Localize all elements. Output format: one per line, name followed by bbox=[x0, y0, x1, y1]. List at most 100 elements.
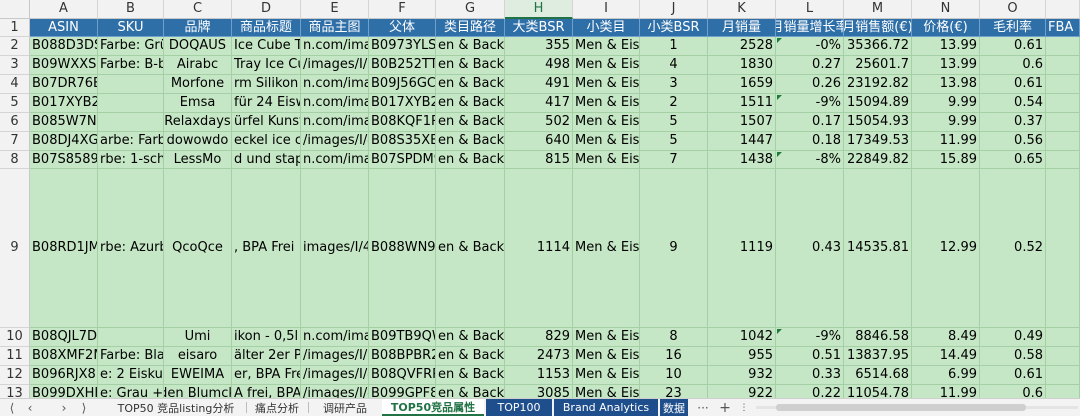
table-cell[interactable]: en & Backe bbox=[436, 385, 505, 398]
table-cell[interactable]: 640 bbox=[505, 132, 573, 151]
table-cell[interactable]: e: Grau + C bbox=[98, 385, 164, 398]
header-cell[interactable]: 月销量 bbox=[708, 19, 776, 37]
column-header-o[interactable]: O bbox=[980, 0, 1046, 19]
horizontal-scrollbar[interactable] bbox=[756, 402, 1078, 413]
tab-data[interactable]: 数据 bbox=[660, 399, 688, 416]
table-cell[interactable] bbox=[1046, 132, 1080, 151]
column-header-b[interactable]: B bbox=[98, 0, 164, 19]
table-cell[interactable] bbox=[1046, 328, 1080, 347]
table-cell[interactable]: 7 bbox=[640, 151, 708, 169]
table-cell[interactable]: en & Backe bbox=[436, 328, 505, 347]
table-cell[interactable]: 0.27 bbox=[776, 56, 844, 75]
table-cell[interactable]: B099DXHFQ bbox=[30, 385, 98, 398]
table-cell[interactable]: dowowdo bbox=[164, 132, 232, 151]
table-cell[interactable]: -8% bbox=[776, 151, 844, 169]
table-cell[interactable]: B09J56GCF2 bbox=[369, 75, 436, 94]
tab-top100[interactable]: TOP100 bbox=[486, 399, 552, 416]
table-cell[interactable]: Relaxdays bbox=[164, 113, 232, 132]
select-all-corner[interactable] bbox=[0, 0, 30, 19]
table-cell[interactable]: EWEIMA bbox=[164, 366, 232, 385]
table-cell[interactable]: en & Backe bbox=[436, 151, 505, 169]
header-cell[interactable]: 商品主图 bbox=[301, 19, 369, 37]
table-cell[interactable]: B09WXXS2F bbox=[30, 56, 98, 75]
row-header-1[interactable]: 1 bbox=[0, 19, 30, 37]
table-cell[interactable]: Men & Eisw bbox=[573, 56, 640, 75]
table-cell[interactable]: 1659 bbox=[708, 75, 776, 94]
table-cell[interactable]: Farbe: Grün bbox=[98, 37, 164, 56]
table-cell[interactable]: B08RD1JMW bbox=[30, 169, 98, 328]
table-cell[interactable]: ikon - 0,5l bbox=[232, 328, 301, 347]
table-cell[interactable] bbox=[1046, 385, 1080, 398]
table-cell[interactable]: 3 bbox=[640, 75, 708, 94]
table-cell[interactable]: en & Backe bbox=[436, 113, 505, 132]
scrollbar-thumb[interactable] bbox=[776, 404, 1026, 411]
table-cell[interactable]: 17349.53 bbox=[844, 132, 912, 151]
table-cell[interactable]: Men & Eisw bbox=[573, 113, 640, 132]
table-cell[interactable] bbox=[1046, 169, 1080, 328]
table-cell[interactable]: 0.65 bbox=[980, 151, 1046, 169]
row-header-5[interactable]: 5 bbox=[0, 94, 30, 113]
table-cell[interactable]: 8 bbox=[640, 328, 708, 347]
table-cell[interactable]: Men & Eisw bbox=[573, 366, 640, 385]
table-cell[interactable]: B085W7N3T bbox=[30, 113, 98, 132]
table-cell[interactable]: 0.61 bbox=[980, 37, 1046, 56]
tab-brand-analytics[interactable]: Brand Analytics bbox=[554, 399, 658, 416]
header-cell[interactable]: 大类BSR bbox=[505, 19, 573, 37]
table-cell[interactable]: 1114 bbox=[505, 169, 573, 328]
table-cell[interactable]: 0.37 bbox=[980, 113, 1046, 132]
table-cell[interactable]: DOQAUS bbox=[164, 37, 232, 56]
table-cell[interactable]: Umi bbox=[164, 328, 232, 347]
table-cell[interactable]: Morfone bbox=[164, 75, 232, 94]
table-cell[interactable]: B08QVFRRM bbox=[369, 366, 436, 385]
header-cell[interactable]: 父体 bbox=[369, 19, 436, 37]
tab-research-products[interactable]: 调研产品 bbox=[310, 399, 380, 416]
table-cell[interactable]: en & Backe bbox=[436, 94, 505, 113]
add-sheet-icon[interactable]: + bbox=[716, 400, 734, 416]
table-cell[interactable]: 11054.78 bbox=[844, 385, 912, 398]
table-cell[interactable]: B0973YLS3Q bbox=[369, 37, 436, 56]
column-header-f[interactable]: F bbox=[369, 0, 436, 19]
table-cell[interactable]: 1042 bbox=[708, 328, 776, 347]
header-cell[interactable]: 价格(€) bbox=[912, 19, 980, 37]
table-cell[interactable]: 2 bbox=[640, 94, 708, 113]
table-cell[interactable]: 8.49 bbox=[912, 328, 980, 347]
table-cell[interactable]: 0.33 bbox=[776, 366, 844, 385]
table-cell[interactable] bbox=[1046, 56, 1080, 75]
table-cell[interactable]: Men & Eisw bbox=[573, 37, 640, 56]
column-header-k[interactable]: K bbox=[708, 0, 776, 19]
header-cell[interactable]: 月销售额(€) bbox=[844, 19, 912, 37]
table-cell[interactable]: 1153 bbox=[505, 366, 573, 385]
table-cell[interactable]: 829 bbox=[505, 328, 573, 347]
table-cell[interactable] bbox=[1046, 347, 1080, 366]
table-cell[interactable]: B096RJX8M bbox=[30, 366, 98, 385]
table-cell[interactable]: 1830 bbox=[708, 56, 776, 75]
table-cell[interactable]: 25601.7 bbox=[844, 56, 912, 75]
table-cell[interactable]: 9.99 bbox=[912, 94, 980, 113]
table-cell[interactable]: 2528 bbox=[708, 37, 776, 56]
table-cell[interactable]: B08DJ4XGD bbox=[30, 132, 98, 151]
row-header-12[interactable]: 12 bbox=[0, 366, 30, 385]
table-cell[interactable]: Men & Eisw bbox=[573, 151, 640, 169]
table-cell[interactable]: B099GPF8H bbox=[369, 385, 436, 398]
row-header-2[interactable]: 2 bbox=[0, 37, 30, 56]
table-cell[interactable]: 1511 bbox=[708, 94, 776, 113]
table-cell[interactable]: /images/I/4 bbox=[301, 132, 369, 151]
table-cell[interactable]: B08S35XBQ bbox=[369, 132, 436, 151]
table-cell[interactable]: B08KQF1R9Q bbox=[369, 113, 436, 132]
table-cell[interactable]: LessMo bbox=[164, 151, 232, 169]
table-cell[interactable]: B07SPDM9Z bbox=[369, 151, 436, 169]
table-cell[interactable]: /images/I/4 bbox=[301, 366, 369, 385]
column-header-c[interactable]: C bbox=[164, 0, 232, 19]
table-cell[interactable]: Airabc bbox=[164, 56, 232, 75]
table-cell[interactable]: 932 bbox=[708, 366, 776, 385]
table-cell[interactable]: en & Backe bbox=[436, 366, 505, 385]
table-cell[interactable]: , BPA Frei bbox=[232, 169, 301, 328]
row-header-13[interactable]: 13 bbox=[0, 385, 30, 398]
table-cell[interactable]: Men & Eisw bbox=[573, 132, 640, 151]
header-cell[interactable]: 毛利率 bbox=[980, 19, 1046, 37]
table-cell[interactable] bbox=[1046, 94, 1080, 113]
table-cell[interactable]: 10 bbox=[640, 366, 708, 385]
table-cell[interactable]: 5 bbox=[640, 113, 708, 132]
table-cell[interactable]: en & Backe bbox=[436, 169, 505, 328]
table-cell[interactable]: 16 bbox=[640, 347, 708, 366]
